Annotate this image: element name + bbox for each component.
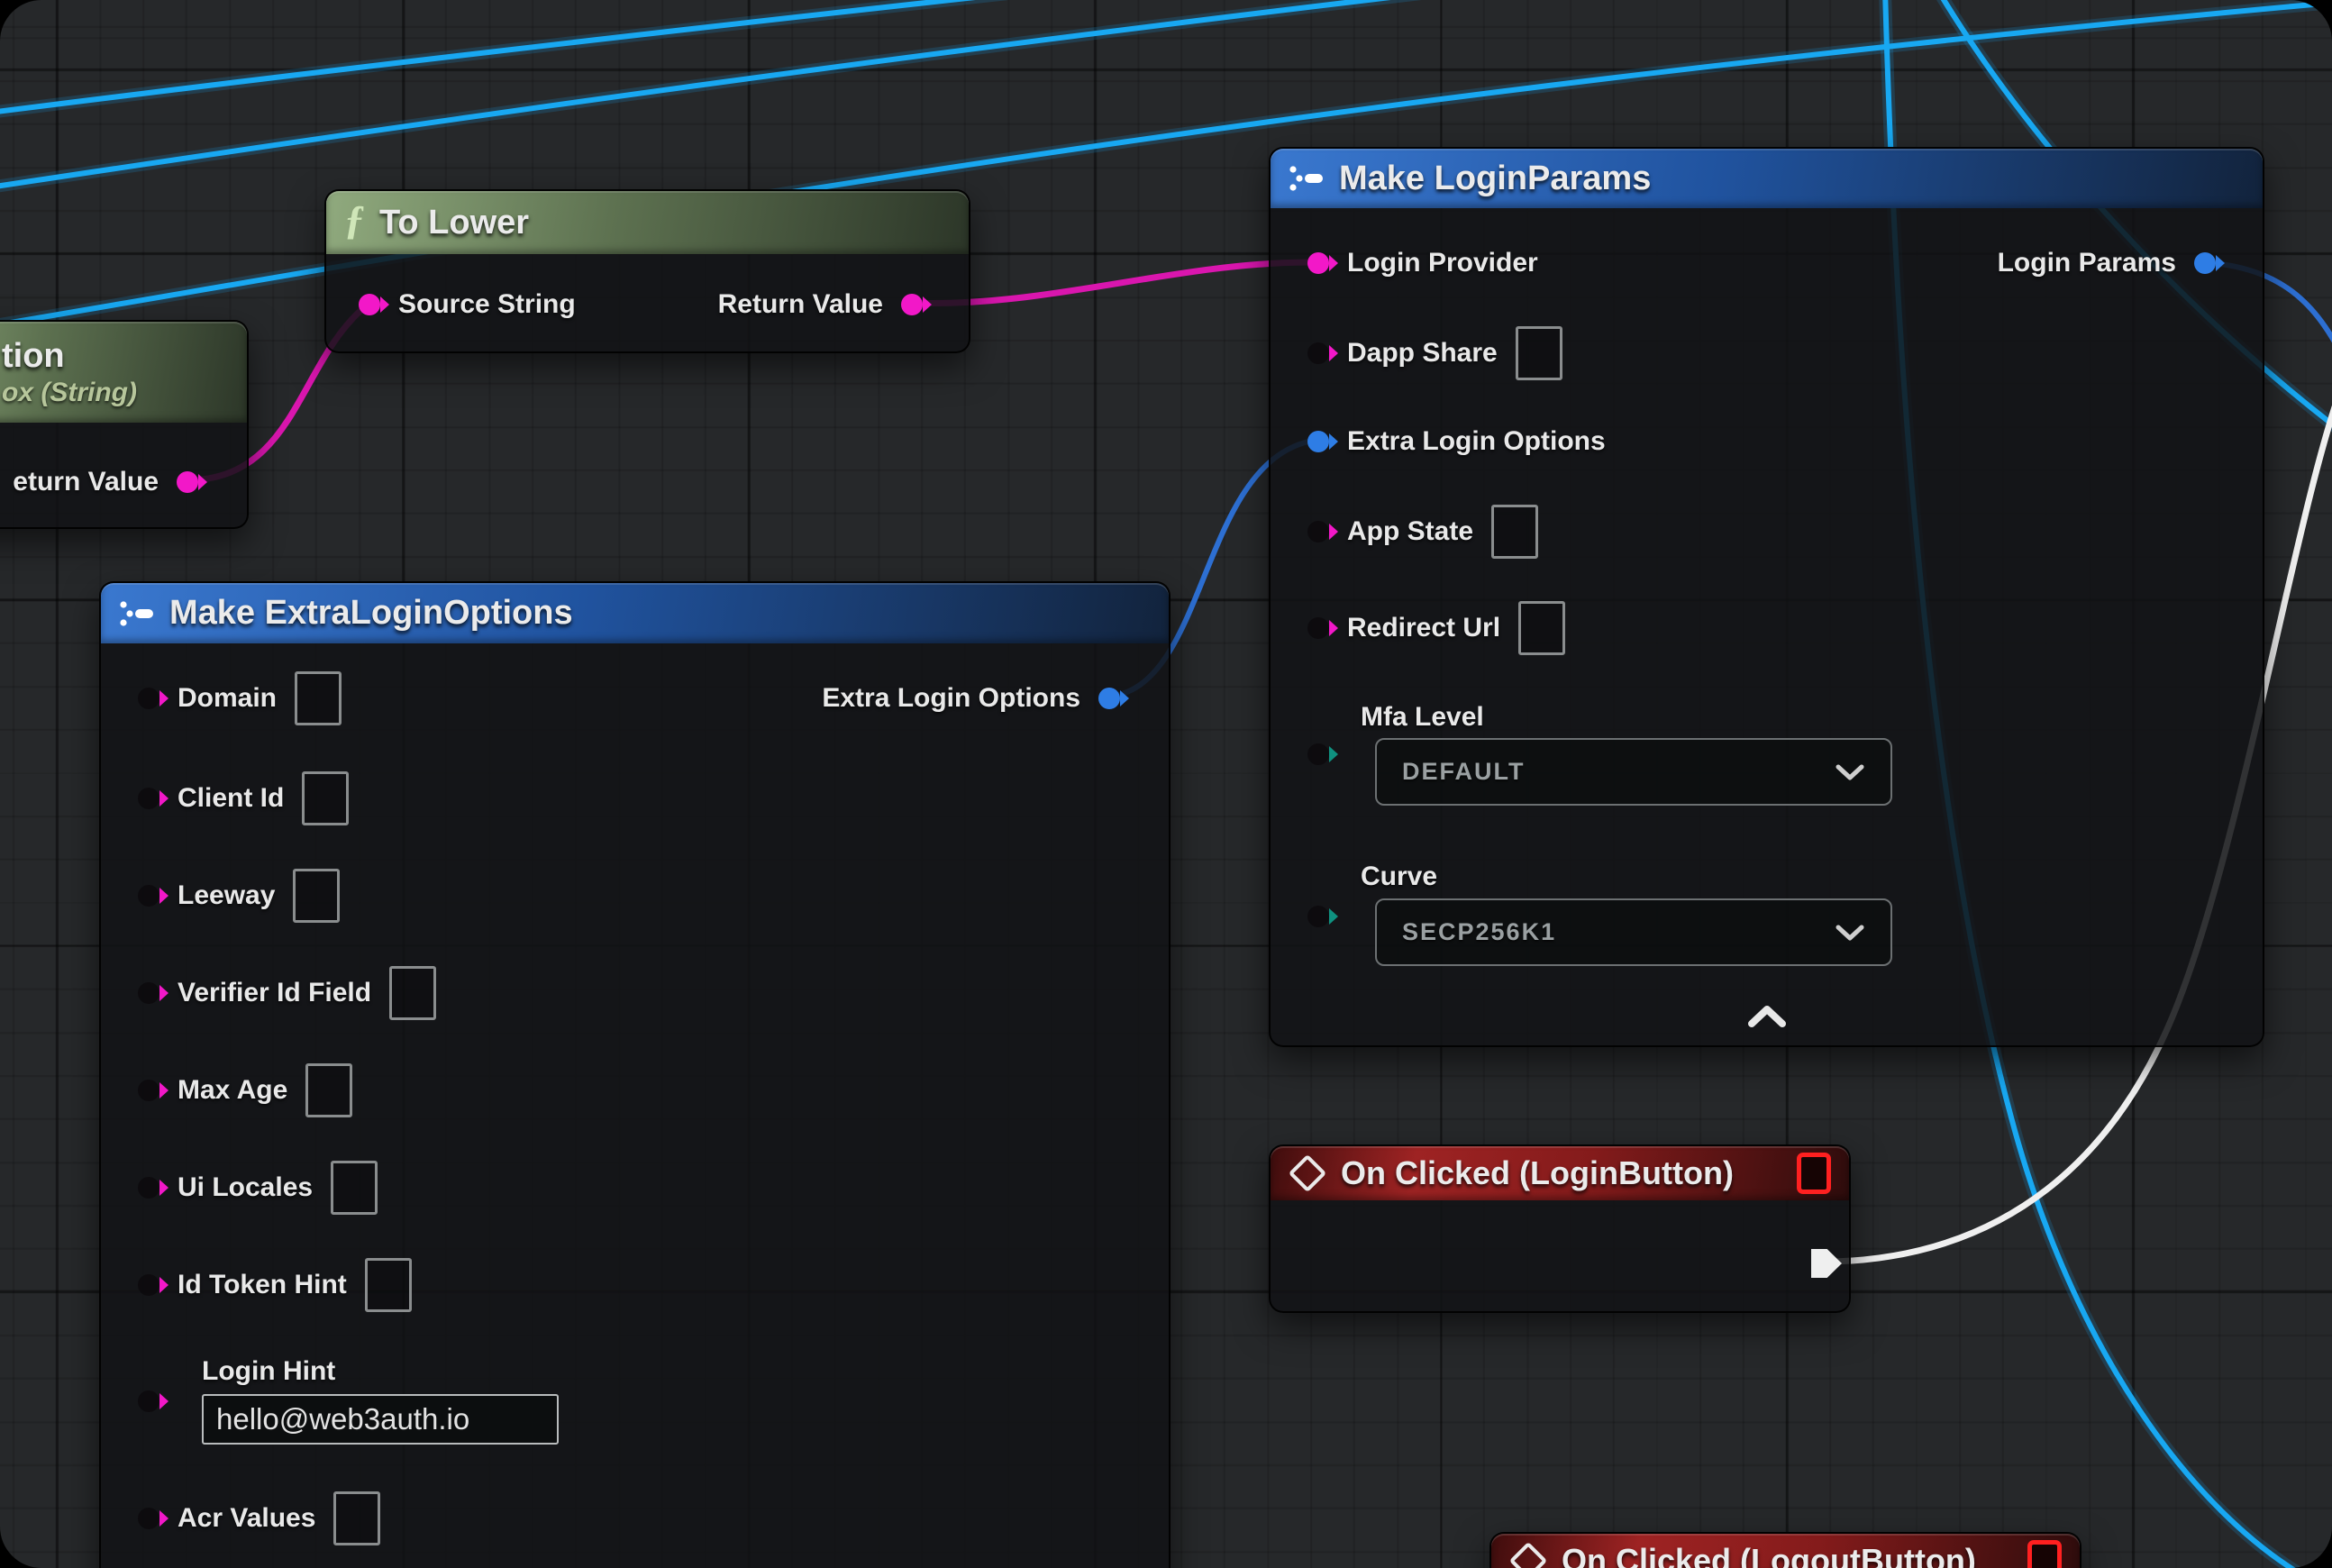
domain-checkbox[interactable] (295, 671, 342, 725)
node-subtitle: ox (String) (2, 378, 137, 408)
pin-row: Dapp Share (1307, 326, 1562, 380)
node-to-lower-header[interactable]: ƒ To Lower (326, 191, 969, 254)
exec-output-pin[interactable] (1811, 1249, 1842, 1278)
id-token-hint-pin[interactable] (138, 1274, 159, 1296)
pin-row: Acr Values (138, 1491, 380, 1545)
acr-values-checkbox[interactable] (333, 1491, 380, 1545)
return-value-pin[interactable] (177, 471, 198, 493)
node-title: Make LoginParams (1339, 160, 1651, 198)
leeway-pin[interactable] (138, 885, 159, 907)
mfa-level-pin[interactable] (1307, 743, 1329, 765)
pin-row: Login Params (1998, 236, 2216, 290)
login-provider-pin[interactable] (1307, 252, 1329, 274)
domain-pin[interactable] (138, 688, 159, 709)
acr-values-pin[interactable] (138, 1508, 159, 1529)
pin-row: Verifier Id Field (138, 966, 436, 1020)
redirect-url-pin[interactable] (1307, 617, 1329, 639)
verifier-id-field-checkbox[interactable] (389, 966, 436, 1020)
curve-label: Curve (1361, 861, 1437, 892)
pin-row: Leeway (138, 869, 340, 923)
pin-row: Source String (359, 278, 576, 332)
node-make-login-params[interactable]: Make LoginParams Login Provider Login Pa… (1269, 147, 2264, 1047)
pin-row: Redirect Url (1307, 601, 1565, 655)
pin-row: eturn Value (13, 455, 198, 509)
chevron-up-icon (1746, 1005, 1788, 1028)
pin-row: Id Token Hint (138, 1258, 412, 1312)
login-hint-pin[interactable] (138, 1390, 159, 1412)
pin-row: Extra Login Options (1307, 415, 1606, 469)
verifier-id-field-pin[interactable] (138, 982, 159, 1004)
node-mlp-header[interactable]: Make LoginParams (1271, 149, 2263, 208)
node-title: On Clicked (LogoutButton) (1562, 1542, 1976, 1568)
curve-dropdown[interactable]: SECP256K1 (1375, 898, 1892, 966)
node-melo-header[interactable]: Make ExtraLoginOptions (101, 583, 1169, 643)
make-struct-icon (1289, 165, 1325, 192)
source-string-pin[interactable] (359, 294, 380, 315)
leeway-checkbox[interactable] (293, 869, 340, 923)
node-on-clicked-loginbutton[interactable]: On Clicked (LoginButton) (1269, 1144, 1851, 1313)
app-state-checkbox[interactable] (1491, 505, 1538, 559)
client-id-pin[interactable] (138, 788, 159, 809)
return-value-pin[interactable] (901, 294, 923, 315)
mfa-level-dropdown[interactable]: DEFAULT (1375, 738, 1892, 806)
pin-row (1307, 727, 1329, 781)
redirect-url-checkbox[interactable] (1518, 601, 1565, 655)
ui-locales-pin[interactable] (138, 1177, 159, 1199)
node-title: tion (2, 337, 65, 376)
event-diamond-icon (1509, 1542, 1547, 1568)
node-onclicked-logout-header[interactable]: On Clicked (LogoutButton) (1491, 1534, 2080, 1568)
pin-row: Return Value (718, 278, 923, 332)
max-age-pin[interactable] (138, 1080, 159, 1101)
node-partial-function-header[interactable]: tion ox (String) (0, 322, 247, 423)
ui-locales-checkbox[interactable] (331, 1161, 378, 1215)
extra-login-options-out-pin[interactable] (1098, 688, 1120, 709)
chevron-down-icon (1835, 924, 1865, 942)
blueprint-graph-canvas[interactable]: tion ox (String) eturn Value ƒ To Lower … (0, 0, 2332, 1568)
wire-highlight-1 (0, 0, 1050, 113)
pin-row (138, 1374, 159, 1428)
curve-pin[interactable] (1307, 906, 1329, 927)
id-token-hint-checkbox[interactable] (365, 1258, 412, 1312)
node-title: To Lower (379, 204, 529, 242)
pin-row: Client Id (138, 771, 349, 825)
dapp-share-pin[interactable] (1307, 342, 1329, 364)
pin-row: Domain (138, 671, 342, 725)
node-make-extra-login-options[interactable]: Make ExtraLoginOptions Domain Extra Logi… (99, 581, 1171, 1568)
client-id-checkbox[interactable] (302, 771, 349, 825)
pin-row (1307, 889, 1329, 944)
pin-row: Extra Login Options (822, 671, 1120, 725)
login-params-out-pin[interactable] (2194, 252, 2216, 274)
wire-highlight-2 (0, 0, 1460, 187)
function-icon: ƒ (344, 199, 365, 241)
app-state-pin[interactable] (1307, 521, 1329, 542)
chevron-down-icon (1835, 763, 1865, 781)
pin-row: Login Provider (1307, 236, 1538, 290)
dapp-share-checkbox[interactable] (1516, 326, 1562, 380)
node-on-clicked-logoutbutton[interactable]: On Clicked (LogoutButton) (1489, 1532, 2081, 1568)
collapse-node-button[interactable] (1746, 1005, 1788, 1033)
make-struct-icon (119, 600, 155, 627)
login-hint-label: Login Hint (202, 1356, 335, 1387)
node-title: On Clicked (LoginButton) (1341, 1154, 1734, 1192)
delegate-pin[interactable] (2027, 1540, 2062, 1568)
pin-row: Ui Locales (138, 1161, 378, 1215)
pin-row: Max Age (138, 1063, 352, 1117)
pin-row: App State (1307, 505, 1538, 559)
node-partial-function[interactable]: tion ox (String) eturn Value (0, 320, 249, 529)
node-onclicked-login-header[interactable]: On Clicked (LoginButton) (1271, 1146, 1849, 1200)
delegate-pin[interactable] (1797, 1153, 1831, 1194)
max-age-checkbox[interactable] (305, 1063, 352, 1117)
node-to-lower[interactable]: ƒ To Lower Source String Return Value (324, 189, 970, 353)
mfa-level-label: Mfa Level (1361, 702, 1484, 733)
node-title: Make ExtraLoginOptions (169, 594, 573, 633)
event-diamond-icon (1289, 1154, 1326, 1192)
extra-login-options-pin[interactable] (1307, 431, 1329, 452)
login-hint-input[interactable] (202, 1394, 559, 1445)
